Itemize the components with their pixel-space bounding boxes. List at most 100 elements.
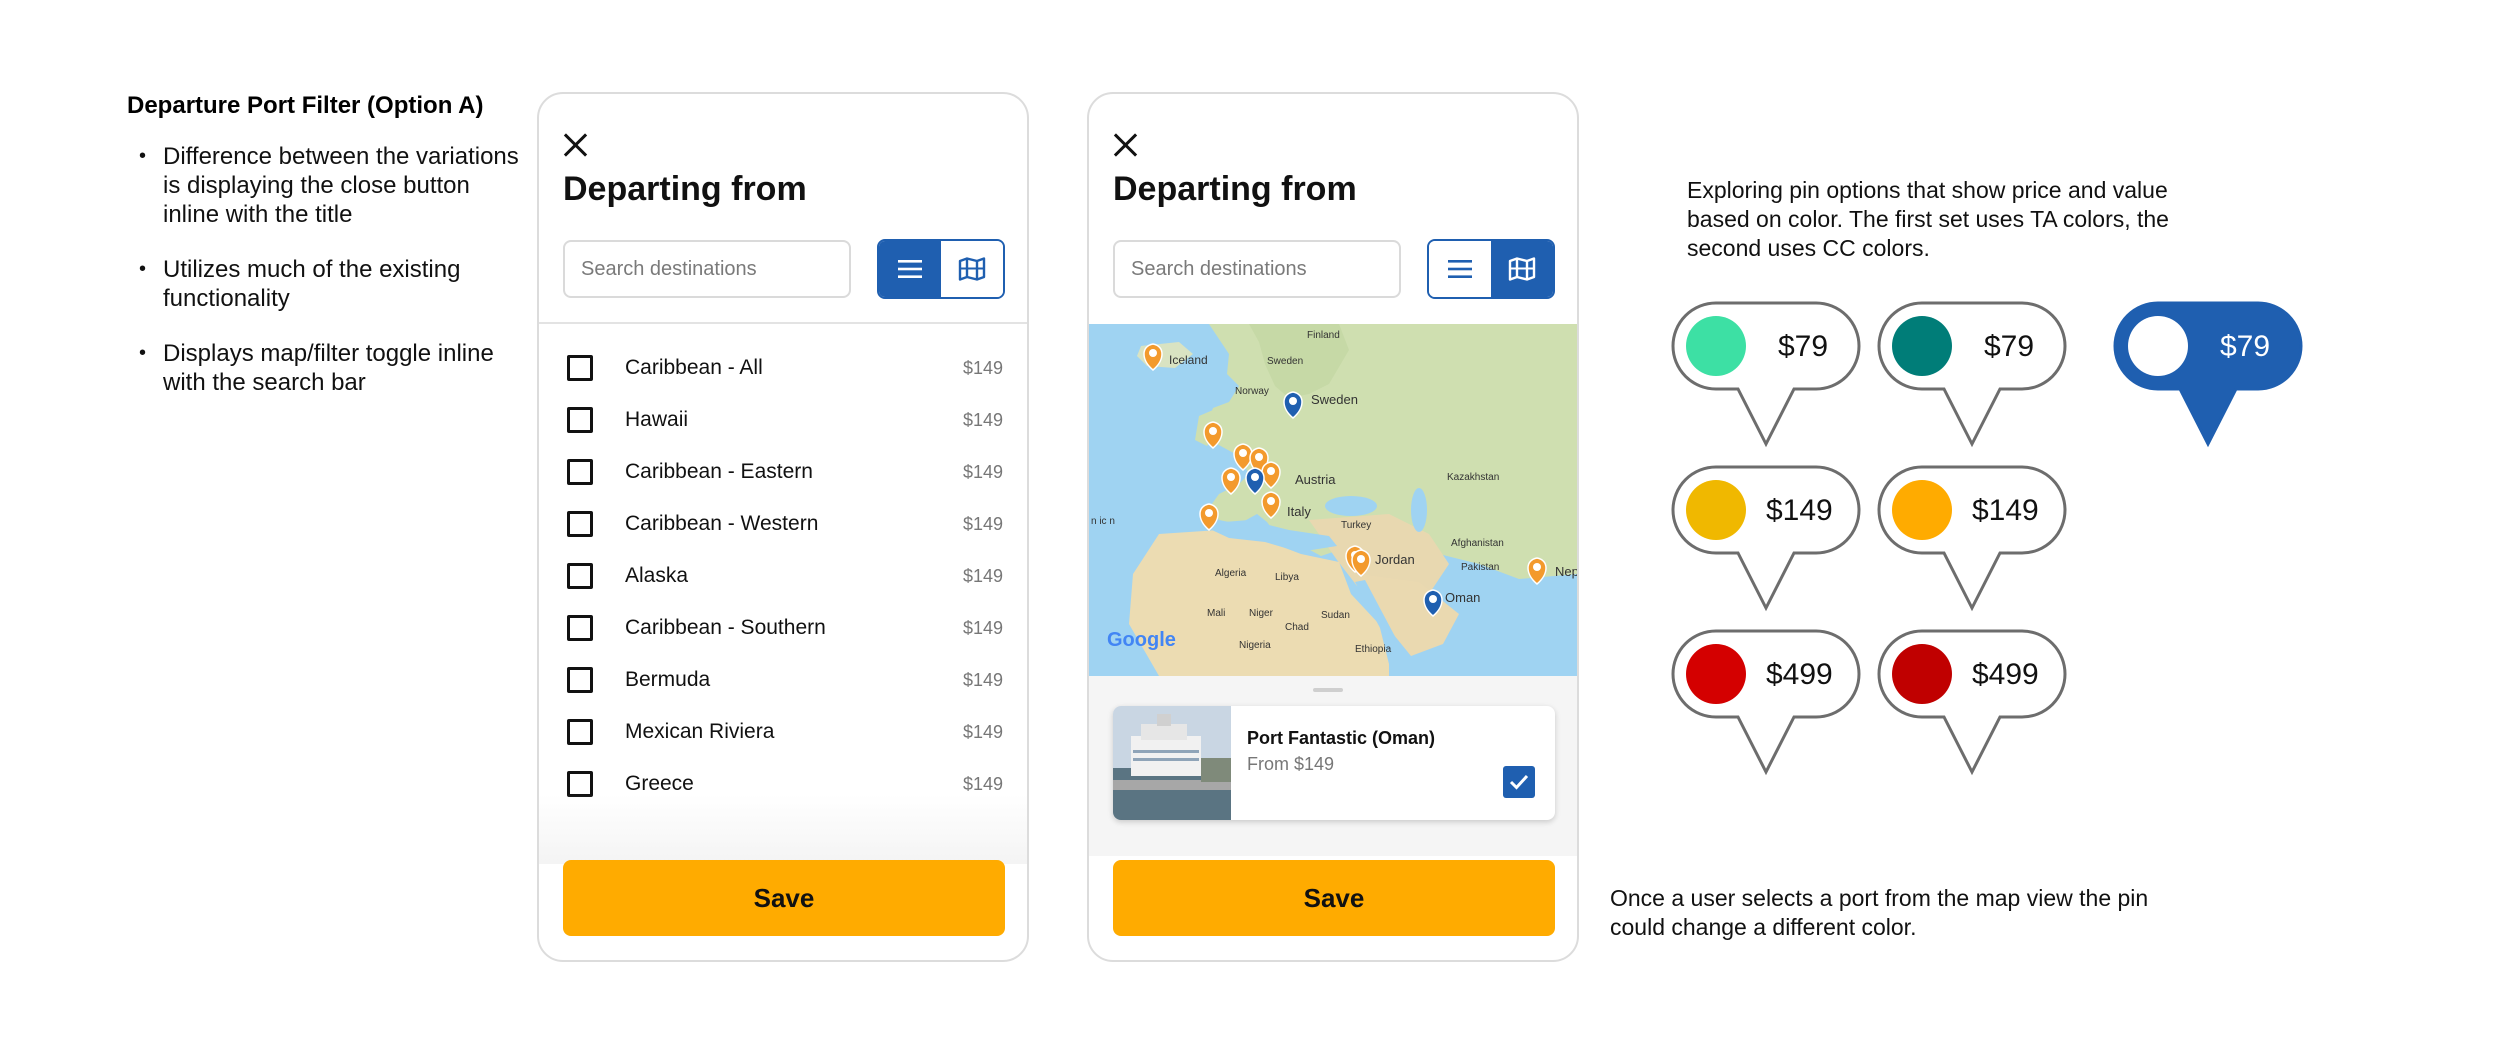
item-label: Greece	[625, 772, 694, 795]
item-label: Caribbean - Eastern	[625, 460, 813, 483]
map-label-edge: n ic n	[1091, 516, 1115, 527]
price-color-dot	[1686, 644, 1746, 704]
search-input[interactable]	[1113, 240, 1401, 298]
checkbox[interactable]	[567, 407, 593, 433]
list-item[interactable]: Bermuda $149	[539, 654, 1027, 706]
map-label-norway: Norway	[1235, 386, 1269, 397]
list-item[interactable]: Caribbean - Southern $149	[539, 602, 1027, 654]
map-label-niger: Niger	[1249, 608, 1274, 619]
selected-checkbox[interactable]	[1503, 766, 1535, 798]
list-item[interactable]: Alaska $149	[539, 550, 1027, 602]
map-view-button[interactable]	[941, 241, 1003, 297]
list-icon	[898, 260, 922, 278]
checkbox[interactable]	[567, 355, 593, 381]
map-label-iceland: Iceland	[1169, 353, 1208, 367]
item-price: $149	[962, 669, 1003, 690]
item-price: $149	[962, 357, 1003, 378]
item-price: $149	[962, 721, 1003, 742]
map-view-button[interactable]	[1491, 241, 1553, 297]
phone-list-view: Departing from Caribbean - All $149 Hawai…	[537, 92, 1029, 962]
price-color-dot	[1686, 316, 1746, 376]
pin-explanation: Exploring pin options that show price an…	[1687, 177, 2169, 261]
item-label: Bermuda	[625, 668, 711, 691]
search-input[interactable]	[563, 240, 851, 298]
map-label-mali: Mali	[1207, 608, 1225, 619]
price-color-dot	[1892, 316, 1952, 376]
item-label: Alaska	[625, 564, 689, 587]
price-color-dot	[1892, 644, 1952, 704]
list-view-button[interactable]	[879, 241, 941, 297]
map-icon	[958, 257, 986, 281]
list-item[interactable]: Hawaii $149	[539, 394, 1027, 446]
map-label-italy: Italy	[1287, 504, 1311, 519]
item-label: Caribbean - Western	[625, 512, 819, 535]
price-pin-ta-79	[1671, 301, 1861, 448]
item-label: Caribbean - All	[625, 356, 763, 379]
map-label-oman: Oman	[1445, 590, 1480, 605]
checkbox[interactable]	[567, 563, 593, 589]
price-pin-cc-79	[1877, 301, 2067, 448]
save-button[interactable]: Save	[563, 860, 1005, 936]
item-price: $149	[962, 773, 1003, 794]
divider	[539, 322, 1027, 324]
map-view[interactable]: Iceland Finland Sweden Sweden Norway Aus…	[1089, 324, 1577, 676]
pin-price: $79	[1778, 330, 1829, 363]
destination-list: Caribbean - All $149 Hawaii $149 Caribbean…	[539, 342, 1027, 810]
list-icon	[1448, 260, 1472, 278]
price-pin-ta-149	[1671, 465, 1861, 612]
checkbox[interactable]	[567, 511, 593, 537]
port-price: From $149	[1247, 754, 1335, 774]
save-button[interactable]: Save	[1113, 860, 1555, 936]
map-label-libya: Libya	[1275, 572, 1299, 583]
close-icon[interactable]	[563, 132, 589, 158]
drag-handle[interactable]	[1313, 688, 1343, 692]
pin-price: $499	[1766, 658, 1833, 691]
item-label: Hawaii	[625, 408, 689, 431]
notes-panel: Departure Port Filter (Option A) Differe…	[127, 92, 527, 423]
map-icon	[1508, 257, 1536, 281]
list-item[interactable]: Caribbean - All $149	[539, 342, 1027, 394]
map-canvas: Iceland Finland Sweden Sweden Norway Aus…	[1089, 324, 1577, 676]
price-pin-selected	[2113, 301, 2303, 448]
checkbox[interactable]	[567, 615, 593, 641]
map-label-finland: Finland	[1307, 330, 1340, 341]
item-label: Mexican Riviera	[625, 720, 775, 743]
map-label-austria: Austria	[1295, 472, 1336, 487]
item-price: $149	[962, 409, 1003, 430]
pin-price: $79	[2220, 330, 2271, 363]
map-label-kazakhstan: Kazakhstan	[1447, 472, 1499, 483]
pin-price: $79	[1984, 330, 2035, 363]
item-price: $149	[962, 513, 1003, 534]
checkbox[interactable]	[567, 667, 593, 693]
list-item[interactable]: Caribbean - Eastern $149	[539, 446, 1027, 498]
list-view-button[interactable]	[1429, 241, 1491, 297]
price-color-dot	[2128, 316, 2188, 376]
item-price: $149	[962, 461, 1003, 482]
selected-port-card[interactable]: Port Fantastic (Oman) From $149	[1113, 706, 1555, 820]
checkbox[interactable]	[567, 719, 593, 745]
close-icon[interactable]	[1113, 132, 1139, 158]
notes-list: Difference between the variations is dis…	[127, 142, 527, 397]
notes-title: Departure Port Filter (Option A)	[127, 92, 484, 119]
price-color-dot	[1892, 480, 1952, 540]
map-label-pakistan: Pakistan	[1461, 562, 1499, 573]
price-pin-cc-149	[1877, 465, 2067, 612]
map-label-algeria: Algeria	[1215, 568, 1247, 579]
map-label-sudan: Sudan	[1321, 610, 1350, 621]
page-title: Departing from	[1113, 170, 1357, 208]
map-label-turkey: Turkey	[1341, 520, 1371, 531]
map-label-nigeria: Nigeria	[1239, 640, 1271, 651]
phone-map-view: Departing from Search destinations Icela…	[1087, 92, 1579, 962]
google-logo: Google	[1107, 629, 1176, 651]
view-toggle	[877, 239, 1005, 299]
list-item[interactable]: Caribbean - Western $149	[539, 498, 1027, 550]
pin-price: $149	[1766, 494, 1833, 527]
item-price: $149	[962, 617, 1003, 638]
item-price: $149	[962, 565, 1003, 586]
pin-price: $499	[1972, 658, 2039, 691]
cruise-ship-image	[1113, 706, 1231, 820]
list-item[interactable]: Mexican Riviera $149	[539, 706, 1027, 758]
list-fade	[539, 794, 1027, 864]
checkbox[interactable]	[567, 459, 593, 485]
page-title: Departing from	[563, 170, 807, 208]
